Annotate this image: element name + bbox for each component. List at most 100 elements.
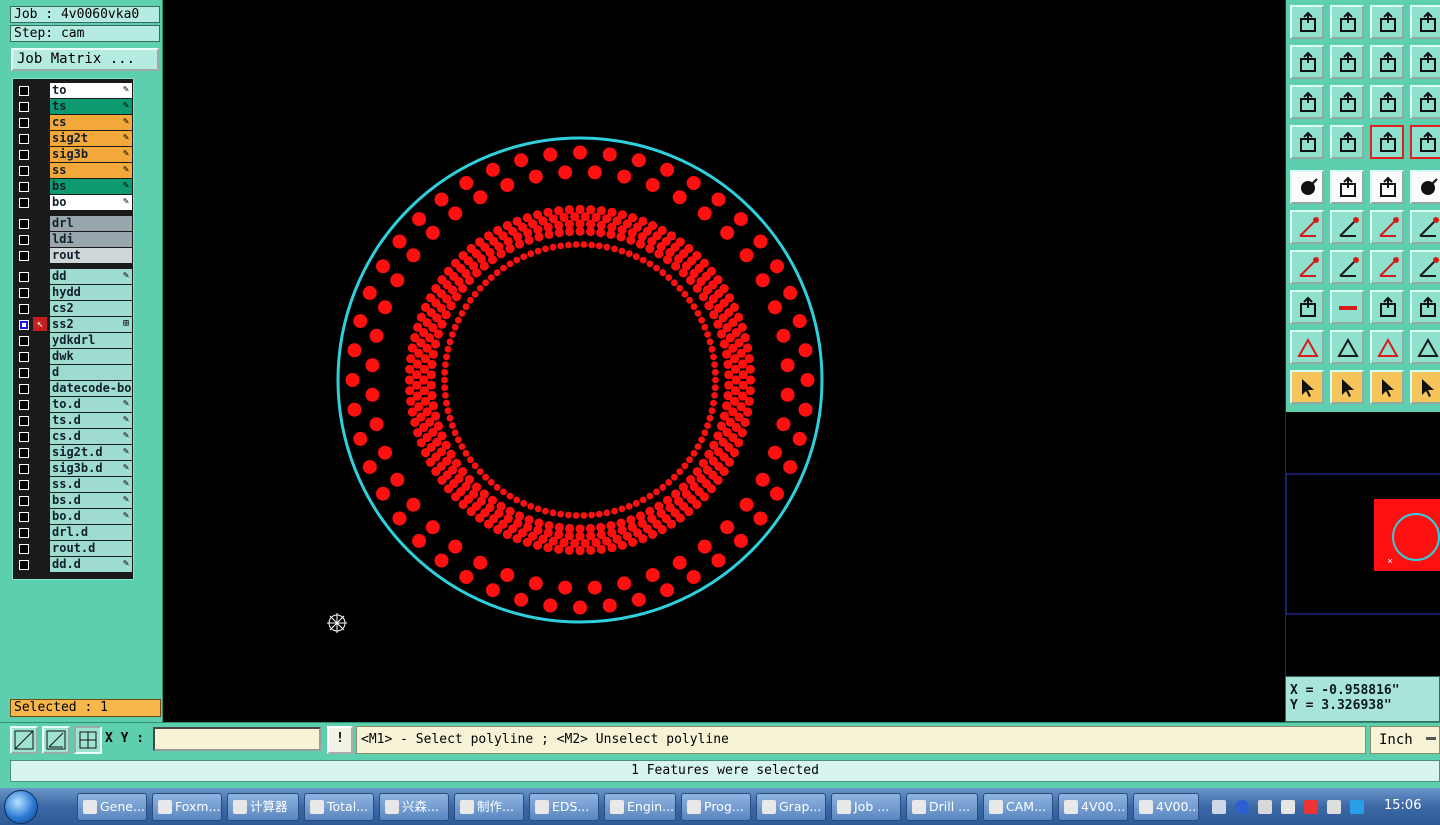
layer-checkbox[interactable]: [19, 134, 29, 144]
layer-name[interactable]: dwk: [50, 349, 132, 364]
taskbar-item[interactable]: Drill ...: [906, 793, 978, 821]
layer-row[interactable]: bs ✎: [15, 179, 133, 195]
layer-name[interactable]: datecode-bo: [50, 381, 132, 396]
taskbar-item[interactable]: 制作...: [454, 793, 524, 821]
layer-row[interactable]: ts.d ✎: [15, 413, 133, 429]
layer-name[interactable]: ss: [50, 163, 132, 178]
delete-button[interactable]: [1330, 210, 1364, 244]
units-dropdown[interactable]: Inch: [1370, 726, 1440, 754]
layer-row[interactable]: sig3b ✎: [15, 147, 133, 163]
layer-row[interactable]: hydd: [15, 285, 133, 301]
layer-row[interactable]: cs ✎: [15, 115, 133, 131]
snap-button[interactable]: [1410, 45, 1440, 79]
layer-checkbox[interactable]: [19, 528, 29, 538]
select-net-button[interactable]: [1410, 370, 1440, 404]
layer-name[interactable]: to.d: [50, 397, 132, 412]
zoom-in-button[interactable]: [1290, 45, 1324, 79]
select-poly-button[interactable]: [1370, 370, 1404, 404]
taskbar-item[interactable]: Total...: [304, 793, 374, 821]
layer-checkbox[interactable]: [19, 86, 29, 96]
layer-name[interactable]: rout: [50, 248, 132, 263]
layer-name[interactable]: sig2t.d: [50, 445, 132, 460]
layer-checkbox[interactable]: [19, 496, 29, 506]
save-button[interactable]: [1330, 5, 1364, 39]
layer-checkbox[interactable]: [19, 560, 29, 570]
taskbar-item[interactable]: Gene...: [77, 793, 147, 821]
angle-button[interactable]: [1290, 250, 1324, 284]
layer-name[interactable]: bo.d: [50, 509, 132, 524]
layer-name[interactable]: dd.d: [50, 557, 132, 572]
arc-button[interactable]: [1370, 250, 1404, 284]
layer-name[interactable]: cs2: [50, 301, 132, 316]
layer-checkbox[interactable]: [19, 448, 29, 458]
job-matrix-button[interactable]: Job Matrix ...: [11, 48, 159, 71]
layer-checkbox[interactable]: [19, 198, 29, 208]
line2-button[interactable]: [1410, 210, 1440, 244]
connect-button[interactable]: [1290, 210, 1324, 244]
move-button[interactable]: [1290, 290, 1324, 324]
taskbar-item[interactable]: 计算器: [227, 793, 299, 821]
triangle2-button[interactable]: [1330, 330, 1364, 364]
taskbar-item[interactable]: Engin...: [604, 793, 676, 821]
select-box-button[interactable]: [1330, 370, 1364, 404]
triangle-button[interactable]: [1290, 330, 1324, 364]
layer-row[interactable]: rout: [15, 248, 133, 264]
layer-checkbox[interactable]: [19, 384, 29, 394]
settings-tray-icon[interactable]: [1258, 800, 1272, 814]
taskbar-item[interactable]: CAM...: [983, 793, 1053, 821]
layer-name[interactable]: ydkdrl: [50, 333, 132, 348]
layer-name[interactable]: rout.d: [50, 541, 132, 556]
taskbar-item[interactable]: Foxm...: [152, 793, 222, 821]
layer-row[interactable]: sig2t.d ✎: [15, 445, 133, 461]
layer-row[interactable]: sig2t ✎: [15, 131, 133, 147]
pad-move-button[interactable]: [1370, 290, 1404, 324]
layer-row[interactable]: datecode-bo: [15, 381, 133, 397]
layer-name[interactable]: drl: [50, 216, 132, 231]
layer-row[interactable]: dd ✎: [15, 269, 133, 285]
layer-name[interactable]: ss2: [50, 317, 132, 332]
layer-row[interactable]: ss.d ✎: [15, 477, 133, 493]
layer-row[interactable]: d: [15, 365, 133, 381]
layer-row[interactable]: ss ✎: [15, 163, 133, 179]
select-button[interactable]: [1290, 370, 1324, 404]
network-icon[interactable]: [1327, 800, 1341, 814]
layer-name[interactable]: ts.d: [50, 413, 132, 428]
group-button[interactable]: [1410, 290, 1440, 324]
layer-row[interactable]: ts ✎: [15, 99, 133, 115]
taskbar-item[interactable]: EDS...: [529, 793, 599, 821]
layer-row[interactable]: rout.d: [15, 541, 133, 557]
help-button[interactable]: [1410, 85, 1440, 119]
home-button[interactable]: [1370, 5, 1404, 39]
layer-row[interactable]: sig3b.d ✎: [15, 461, 133, 477]
layer-checkbox[interactable]: [19, 400, 29, 410]
arch2-button[interactable]: [1410, 330, 1440, 364]
layer-checkbox[interactable]: [19, 166, 29, 176]
layer-name[interactable]: d: [50, 365, 132, 380]
layer-row[interactable]: bo.d ✎: [15, 509, 133, 525]
taskbar-item[interactable]: Prog...: [681, 793, 751, 821]
app-tray-icon[interactable]: [1304, 800, 1318, 814]
layer-checkbox[interactable]: [19, 304, 29, 314]
layer-checkbox[interactable]: [19, 480, 29, 490]
layer-checkbox[interactable]: [19, 235, 29, 245]
layer-row[interactable]: ydkdrl: [15, 333, 133, 349]
layer-checkbox[interactable]: [19, 544, 29, 554]
layer-checkbox[interactable]: [19, 432, 29, 442]
start-button[interactable]: [4, 790, 38, 824]
angle-mode-button[interactable]: [42, 726, 70, 754]
layer-checkbox[interactable]: [19, 118, 29, 128]
grid-button[interactable]: [1330, 125, 1364, 159]
undo-button[interactable]: [1370, 45, 1404, 79]
layer-checkbox[interactable]: [19, 368, 29, 378]
minus-button[interactable]: [1330, 290, 1364, 324]
snap-mode-button[interactable]: [10, 726, 38, 754]
layer-name[interactable]: dd: [50, 269, 132, 284]
zoom-out-button[interactable]: [1330, 45, 1364, 79]
layer-checkbox[interactable]: [19, 288, 29, 298]
taskbar-item[interactable]: 兴森...: [379, 793, 449, 821]
layer-row[interactable]: drl: [15, 216, 133, 232]
taskbar-item[interactable]: 4V00...: [1058, 793, 1128, 821]
fit-all-button[interactable]: [1330, 85, 1364, 119]
layer-name[interactable]: hydd: [50, 285, 132, 300]
layer-checkbox[interactable]: [19, 416, 29, 426]
